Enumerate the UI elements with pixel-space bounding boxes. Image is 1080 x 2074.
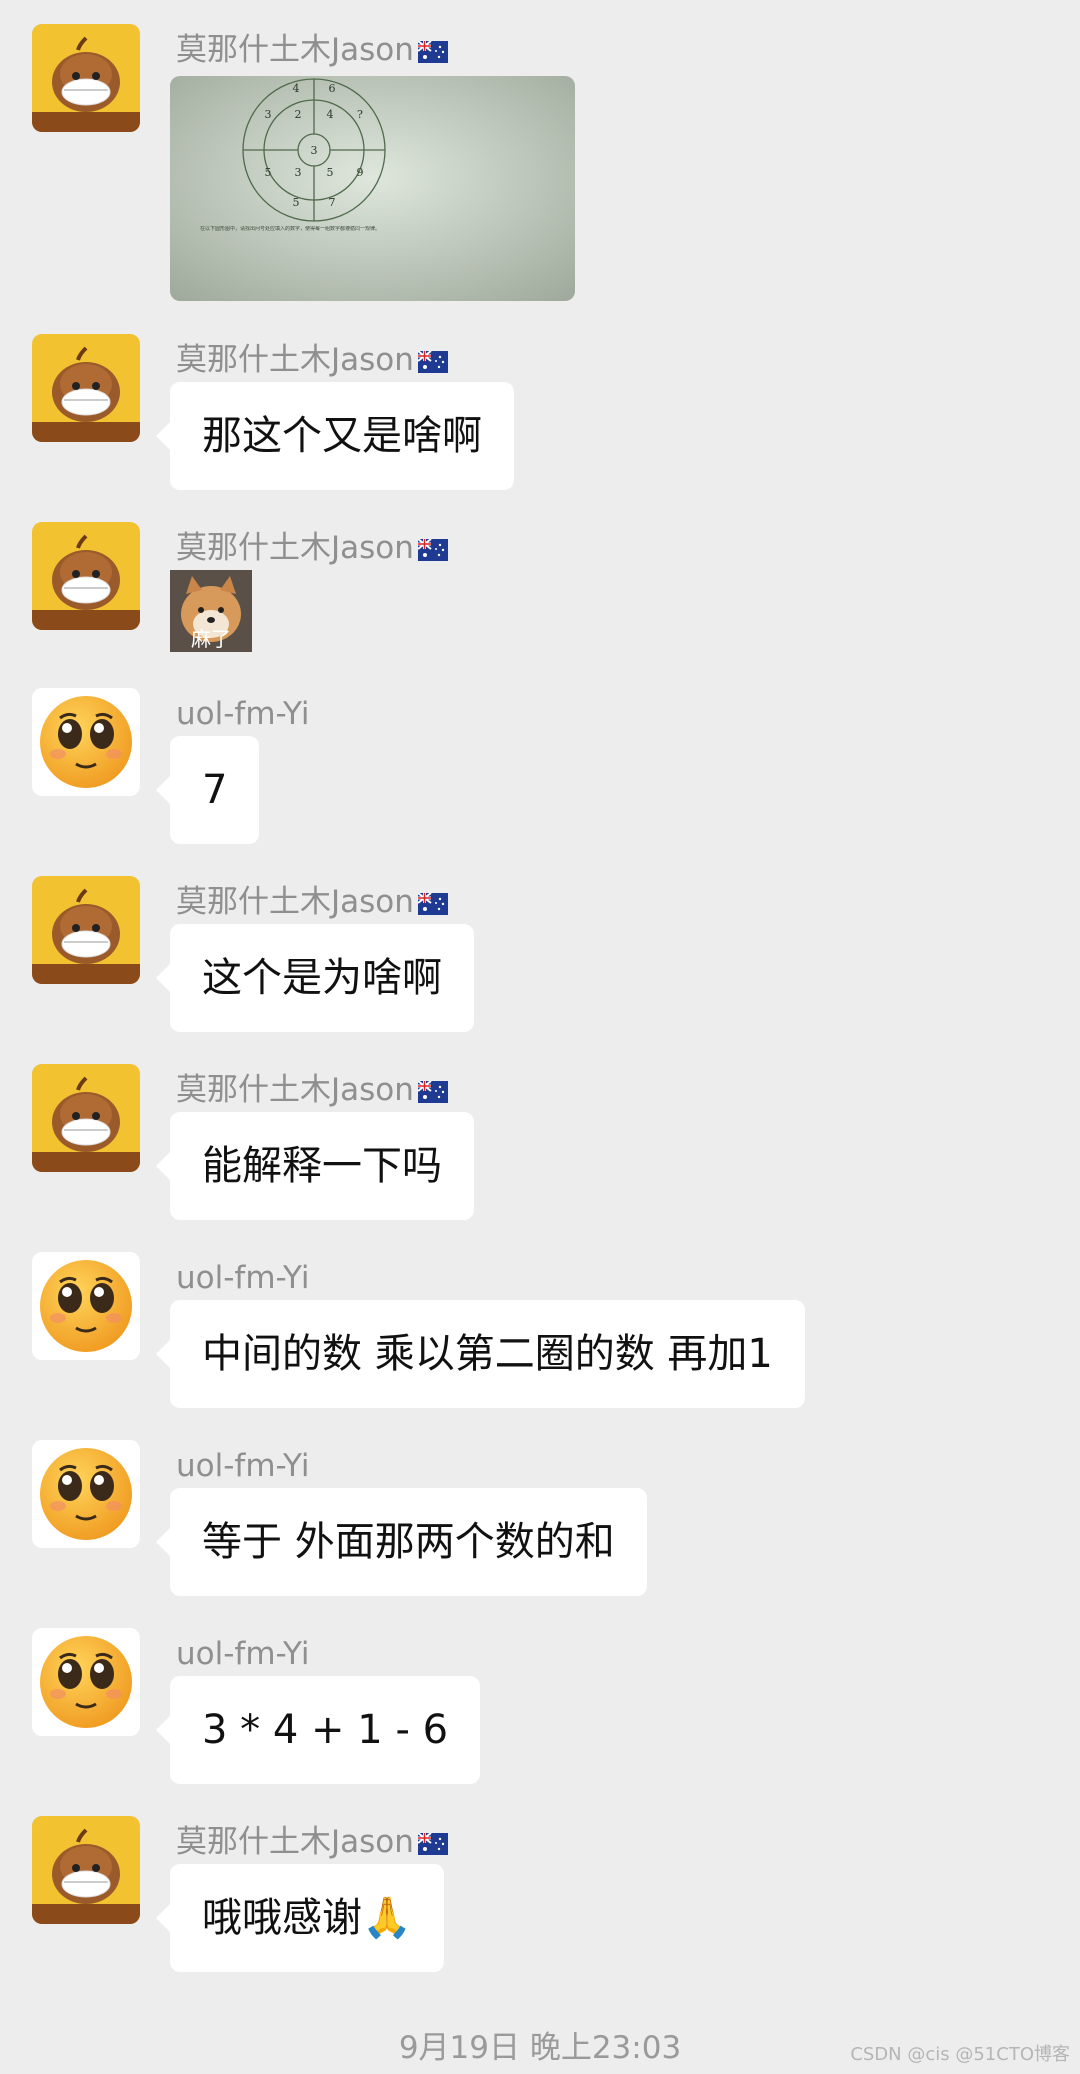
middle-number: 5 <box>327 166 334 179</box>
sender-name-text: 莫那什土木Jason <box>176 1824 414 1860</box>
center-number: 3 <box>311 144 318 157</box>
sender-name: 莫那什土木Jason <box>176 1070 448 1110</box>
australia-flag-icon <box>418 893 448 915</box>
outer-number: 7 <box>329 196 336 209</box>
sender-avatar[interactable] <box>32 1816 140 1924</box>
sender-avatar[interactable] <box>32 24 140 132</box>
message-bubble[interactable]: 那这个又是啥啊 <box>156 382 514 490</box>
chestnut-mask-avatar-icon <box>32 1816 140 1924</box>
sender-name: 莫那什土木Jason <box>176 1822 448 1862</box>
sender-name: uol-fm-Yi <box>176 694 309 734</box>
middle-number: 4 <box>327 108 334 121</box>
australia-flag-icon <box>418 41 448 63</box>
outer-number: ? <box>357 108 363 121</box>
pleading-face-avatar-icon <box>32 1440 140 1548</box>
sticker-caption: 麻了 <box>191 627 231 651</box>
message-bubble[interactable]: 哦哦感谢🙏 <box>156 1864 444 1972</box>
puzzle-caption: 在以下圆形图中，请找出问号处应填入的数字，使得每一组数字都遵循同一规律。 <box>200 226 381 232</box>
sender-avatar[interactable] <box>32 876 140 984</box>
sender-name: uol-fm-Yi <box>176 1446 309 1486</box>
message-bubble[interactable]: 这个是为啥啊 <box>156 924 474 1032</box>
sender-avatar[interactable] <box>32 522 140 630</box>
image-message[interactable]: 4 6 ? 9 7 5 5 3 2 4 5 3 3 在以下圆形图中，请找出问号处… <box>170 76 575 301</box>
sender-name-text: uol-fm-Yi <box>176 1260 310 1296</box>
chestnut-mask-avatar-icon <box>32 334 140 442</box>
sticker-message[interactable]: 麻了 <box>170 570 252 652</box>
sender-name-text: 莫那什土木Jason <box>176 342 414 378</box>
message-bubble[interactable]: 能解释一下吗 <box>156 1112 474 1220</box>
sender-name-text: 莫那什土木Jason <box>176 884 414 920</box>
sender-avatar[interactable] <box>32 688 140 796</box>
sender-name: 莫那什土木Jason <box>176 882 448 922</box>
sender-name-text: uol-fm-Yi <box>176 1636 310 1672</box>
sender-name-text: 莫那什土木Jason <box>176 32 414 68</box>
sender-avatar[interactable] <box>32 1440 140 1548</box>
outer-number: 5 <box>265 166 272 179</box>
sender-name: uol-fm-Yi <box>176 1258 309 1298</box>
sender-name: 莫那什土木Jason <box>176 30 448 70</box>
message-bubble[interactable]: 3 * 4 + 1 - 6 <box>155 1676 481 1784</box>
chestnut-mask-avatar-icon <box>32 1064 140 1172</box>
chestnut-mask-avatar-icon <box>32 24 140 132</box>
message-bubble[interactable]: 等于 外面那两个数的和 <box>156 1488 647 1596</box>
sender-name-text: 莫那什土木Jason <box>176 530 414 566</box>
outer-number: 5 <box>293 196 300 209</box>
message-bubble[interactable]: 7 <box>155 736 260 844</box>
sender-avatar[interactable] <box>32 1252 140 1360</box>
outer-number: 9 <box>357 166 364 179</box>
australia-flag-icon <box>418 351 448 373</box>
sender-name: 莫那什土木Jason <box>176 340 448 380</box>
pleading-face-avatar-icon <box>32 1252 140 1360</box>
chestnut-mask-avatar-icon <box>32 876 140 984</box>
outer-number: 4 <box>293 82 300 95</box>
sender-name-text: uol-fm-Yi <box>176 696 310 732</box>
pleading-face-avatar-icon <box>32 688 140 796</box>
sender-avatar[interactable] <box>32 334 140 442</box>
australia-flag-icon <box>418 539 448 561</box>
sender-name: uol-fm-Yi <box>176 1634 309 1674</box>
sender-avatar[interactable] <box>32 1628 140 1736</box>
message-bubble[interactable]: 中间的数 乘以第二圈的数 再加1 <box>156 1300 805 1408</box>
middle-number: 3 <box>295 166 302 179</box>
sender-name: 莫那什土木Jason <box>176 528 448 568</box>
sender-avatar[interactable] <box>32 1064 140 1172</box>
puzzle-image: 4 6 ? 9 7 5 5 3 2 4 5 3 3 在以下圆形图中，请找出问号处… <box>170 76 575 301</box>
middle-number: 2 <box>295 108 302 121</box>
chestnut-mask-avatar-icon <box>32 522 140 630</box>
outer-number: 3 <box>265 108 272 121</box>
australia-flag-icon <box>418 1081 448 1103</box>
sender-name-text: 莫那什土木Jason <box>176 1072 414 1108</box>
sender-name-text: uol-fm-Yi <box>176 1448 310 1484</box>
watermark: CSDN @cis @51CTO博客 <box>850 2044 1070 2065</box>
australia-flag-icon <box>418 1833 448 1855</box>
pleading-face-avatar-icon <box>32 1628 140 1736</box>
outer-number: 6 <box>329 82 336 95</box>
